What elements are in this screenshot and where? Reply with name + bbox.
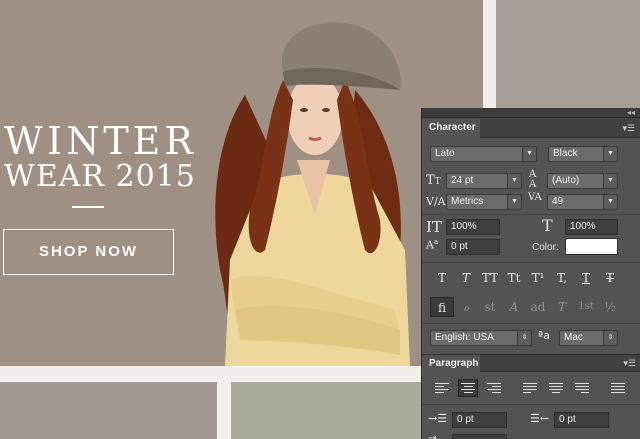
align-left-icon[interactable] xyxy=(432,379,452,397)
superscript-button[interactable]: T¹ xyxy=(526,268,550,288)
chevron-down-icon: ▼ xyxy=(507,174,521,188)
panel-menu-icon[interactable]: ▾☰ xyxy=(622,123,635,133)
align-right-icon[interactable] xyxy=(484,379,504,397)
faux-italic-button[interactable]: T xyxy=(454,268,478,288)
font-family-select[interactable]: Lato ▼ xyxy=(430,146,537,162)
paragraph-tab-row: Paragraph ▾☰ xyxy=(422,354,640,372)
character-panel: ◂◂ Character ▾☰ Lato ▼ Black ▼ TT 24 pt … xyxy=(421,108,640,439)
indent-right-icon: ☰← xyxy=(530,412,550,425)
baseline-shift-icon: Aa xyxy=(426,238,439,252)
indent-right-input[interactable]: 0 pt xyxy=(554,412,609,428)
language-value: English: USA xyxy=(435,332,494,343)
all-caps-button[interactable]: TT xyxy=(478,268,502,288)
shop-now-button[interactable]: SHOP NOW xyxy=(3,229,174,275)
baseline-shift-input[interactable]: 0 pt xyxy=(446,239,500,255)
tab-character[interactable]: Character xyxy=(422,118,480,138)
divider xyxy=(422,404,640,405)
font-size-select[interactable]: 24 pt ▼ xyxy=(446,173,522,189)
chevron-down-icon: ▼ xyxy=(603,147,617,161)
chevron-down-icon: ⇕ xyxy=(517,331,531,345)
hero-headline[interactable]: WINTER WEAR 2015 xyxy=(4,122,197,192)
ordinals-button[interactable]: 1st xyxy=(574,297,598,317)
font-family-value: Lato xyxy=(435,148,455,159)
opentype-buttons: ﬁ ℴ st A ad T 1st ½ xyxy=(430,297,622,317)
tab-paragraph[interactable]: Paragraph xyxy=(422,355,480,372)
language-select[interactable]: English: USA ⇕ xyxy=(430,330,532,346)
chevron-down-icon: ▼ xyxy=(507,195,521,209)
kerning-select[interactable]: Metrics ▼ xyxy=(446,194,522,210)
font-style-select[interactable]: Black ▼ xyxy=(548,146,618,162)
leading-icon: AA xyxy=(529,169,537,190)
alignment-buttons xyxy=(432,379,628,397)
swash-button[interactable]: A xyxy=(502,297,526,317)
headline-line-1: WINTER xyxy=(4,119,198,163)
indent-first-line-input[interactable] xyxy=(452,434,507,439)
character-tab-row: Character ▾☰ xyxy=(422,118,640,138)
underline-button[interactable]: T xyxy=(574,268,598,288)
strikethrough-button[interactable]: T xyxy=(598,268,622,288)
kerning-value: Metrics xyxy=(451,196,484,207)
fractions-button[interactable]: ½ xyxy=(598,297,622,317)
panel-title-bar[interactable]: ◂◂ xyxy=(422,108,640,118)
horizontal-scale-icon: T xyxy=(542,216,553,235)
justify-last-left-icon[interactable] xyxy=(520,379,540,397)
indent-left-input[interactable]: 0 pt xyxy=(452,412,507,428)
bottom-tile-middle xyxy=(231,382,422,439)
tracking-value: 49 xyxy=(552,196,564,207)
chevron-down-icon: ▼ xyxy=(522,147,536,161)
headline-line-2: WEAR 2015 xyxy=(4,159,196,194)
align-center-icon[interactable] xyxy=(458,379,478,397)
model-photo xyxy=(215,22,410,366)
stylistic-alternates-button[interactable]: ad xyxy=(526,297,550,317)
collapse-icon[interactable]: ◂◂ xyxy=(627,108,635,118)
horizontal-scale-input[interactable]: 100% xyxy=(565,219,618,235)
type-style-buttons: T T TT Tt T¹ T, T T xyxy=(430,268,622,288)
hero-banner: WINTER WEAR 2015 SHOP NOW xyxy=(0,0,483,366)
font-size-value: 24 pt xyxy=(451,175,474,186)
font-size-icon: TT xyxy=(426,173,441,188)
anti-alias-value: Mac xyxy=(564,332,583,343)
titling-alternates-button[interactable]: T xyxy=(550,297,574,317)
anti-alias-icon: ªa xyxy=(538,329,550,342)
justify-last-center-icon[interactable] xyxy=(546,379,566,397)
tracking-icon: VA xyxy=(528,192,542,203)
chevron-down-icon: ▼ xyxy=(603,174,617,188)
justify-last-right-icon[interactable] xyxy=(572,379,592,397)
discretionary-ligatures-button[interactable]: st xyxy=(478,297,502,317)
faux-bold-button[interactable]: T xyxy=(430,268,454,288)
contextual-alternates-button[interactable]: ℴ xyxy=(454,297,478,317)
leading-select[interactable]: (Auto) ▼ xyxy=(547,173,618,189)
vertical-scale-input[interactable]: 100% xyxy=(446,219,500,235)
anti-alias-select[interactable]: Mac ⇕ xyxy=(559,330,618,346)
divider xyxy=(422,262,640,263)
chevron-down-icon: ⇕ xyxy=(603,331,617,345)
divider xyxy=(422,323,640,324)
color-label: Color: xyxy=(532,242,559,253)
small-caps-button[interactable]: Tt xyxy=(502,268,526,288)
bottom-tile-left xyxy=(0,382,217,439)
justify-all-icon[interactable] xyxy=(608,379,628,397)
kerning-icon: V/A xyxy=(426,195,446,208)
font-style-value: Black xyxy=(553,148,578,159)
text-color-swatch[interactable] xyxy=(565,238,618,255)
chevron-down-icon: ▼ xyxy=(603,195,617,209)
leading-value: (Auto) xyxy=(552,175,580,186)
headline-divider xyxy=(72,206,104,208)
subscript-button[interactable]: T, xyxy=(550,268,574,288)
indent-first-line-icon: ⇥ xyxy=(428,433,437,439)
paragraph-menu-icon[interactable]: ▾☰ xyxy=(623,358,636,368)
tracking-select[interactable]: 49 ▼ xyxy=(547,194,618,210)
ligatures-button[interactable]: ﬁ xyxy=(430,297,454,317)
indent-left-icon: →☰ xyxy=(428,412,448,425)
divider xyxy=(422,214,640,215)
vertical-scale-icon: IT xyxy=(426,218,442,236)
